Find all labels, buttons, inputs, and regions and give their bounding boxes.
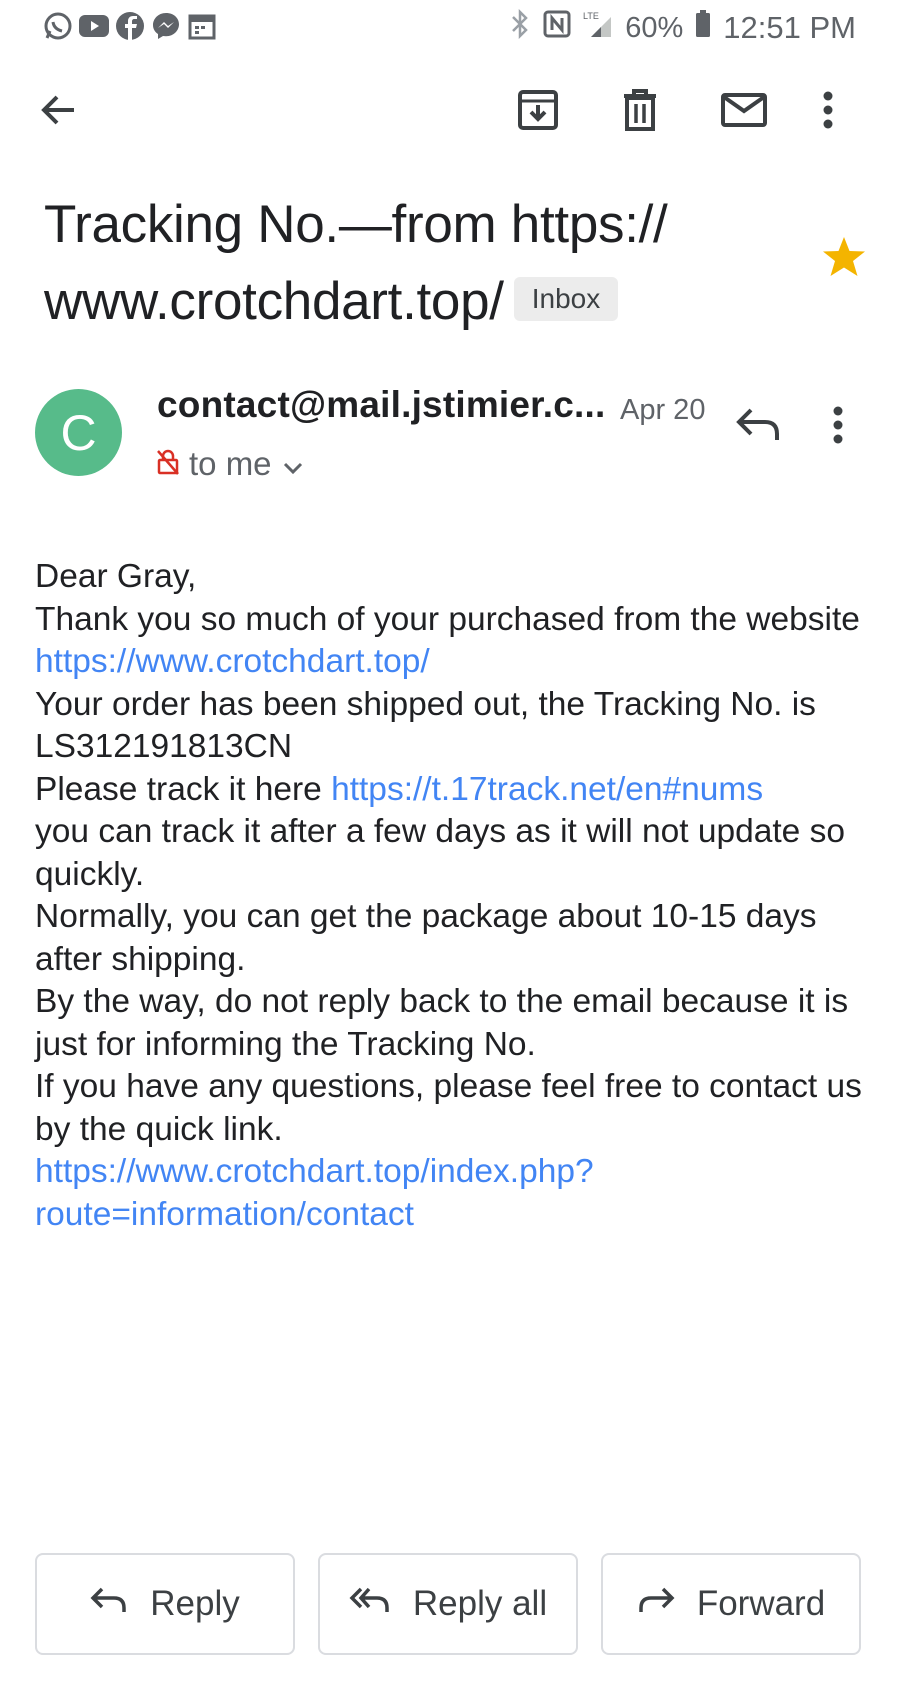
- star-icon: [822, 237, 866, 282]
- reply-icon: [90, 1584, 128, 1624]
- delete-icon: [620, 88, 660, 137]
- not-encrypted-icon: [157, 445, 179, 483]
- recipient-details-toggle[interactable]: to me: [157, 442, 304, 486]
- bluetooth-icon: [509, 8, 531, 47]
- mark-unread-button[interactable]: [712, 80, 776, 144]
- status-bar: LTE 60% 12:51 PM: [0, 0, 900, 56]
- body-text-segment: Thank you so much of your purchased from…: [35, 600, 860, 638]
- reply-icon: [735, 408, 783, 449]
- battery-icon: [695, 10, 711, 46]
- body-tracking-line: Your order has been shipped out, the Tra…: [35, 685, 816, 766]
- chevron-down-icon: [282, 445, 304, 483]
- more-vert-icon: [822, 90, 834, 135]
- archive-button[interactable]: [506, 80, 570, 144]
- body-paragraph: https://www.crotchdart.top/index.php?rou…: [35, 1151, 735, 1236]
- delete-button[interactable]: [608, 80, 672, 144]
- messenger-icon: [150, 10, 182, 42]
- forward-label: Forward: [696, 1584, 826, 1623]
- contact-link[interactable]: https://www.crotchdart.top/index.php?rou…: [35, 1153, 594, 1233]
- calendar-icon: [186, 10, 218, 42]
- mark-unread-icon: [720, 92, 768, 133]
- facebook-icon: [114, 10, 146, 42]
- nfc-icon: [543, 10, 571, 46]
- youtube-icon: [78, 10, 110, 42]
- body-greeting: Dear Gray,: [35, 558, 197, 595]
- back-arrow-icon: [38, 90, 78, 135]
- tracking-link[interactable]: https://t.17track.net/en#nums: [331, 771, 763, 808]
- inbox-label-badge[interactable]: Inbox: [513, 277, 619, 321]
- sender-avatar[interactable]: C: [35, 389, 122, 476]
- svg-text:LTE: LTE: [583, 11, 599, 21]
- status-time: 12:51 PM: [723, 10, 856, 45]
- back-button[interactable]: [26, 80, 90, 144]
- body-paragraph: Thank you so much of your purchased from…: [35, 599, 885, 684]
- reply-all-label: Reply all: [412, 1584, 548, 1623]
- body-paragraph: Please track it here https://t.17track.n…: [35, 769, 885, 812]
- body-text-line: Normally, you can get the package about …: [35, 898, 817, 978]
- star-button[interactable]: [822, 236, 866, 280]
- sender-reply-button[interactable]: [735, 405, 787, 457]
- whatsapp-icon: [42, 10, 74, 42]
- more-vert-icon: [832, 406, 844, 449]
- body-text-segment: Please track it here: [35, 770, 332, 808]
- status-right: LTE 60% 12:51 PM: [509, 6, 856, 50]
- forward-button[interactable]: Forward: [601, 1553, 861, 1655]
- battery-percent: 60%: [625, 11, 684, 44]
- more-options-button[interactable]: [808, 80, 848, 144]
- sender-date: Apr 20: [620, 394, 706, 426]
- archive-icon: [516, 88, 560, 137]
- body-text-line: By the way, do not reply back to the ema…: [35, 983, 849, 1063]
- reply-button[interactable]: Reply: [35, 1553, 295, 1655]
- forward-icon: [637, 1584, 675, 1624]
- reply-label: Reply: [150, 1584, 240, 1623]
- lte-signal-icon: LTE: [583, 9, 613, 47]
- reply-all-icon: [349, 1584, 391, 1624]
- email-body: Dear Gray, Thank you so much of your pur…: [35, 556, 885, 1236]
- reply-all-button[interactable]: Reply all: [318, 1553, 578, 1655]
- email-subject: Tracking No.—from https:// www.crotchdar…: [44, 186, 824, 340]
- sender-name: contact@mail.jstimier.c...: [157, 384, 606, 425]
- body-text-line: If you have any questions, please feel f…: [35, 1068, 862, 1148]
- website-link[interactable]: https://www.crotchdart.top/: [35, 643, 430, 680]
- sender-more-button[interactable]: [832, 405, 868, 461]
- recipient-text: to me: [189, 445, 272, 482]
- body-text-line: you can track it after a few days as it …: [35, 813, 845, 893]
